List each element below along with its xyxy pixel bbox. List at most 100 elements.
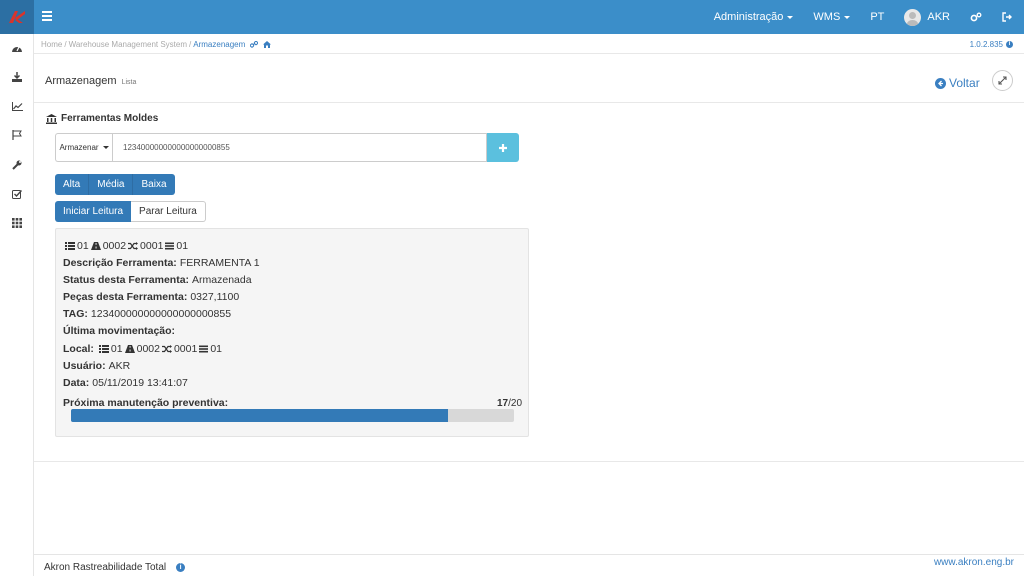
priority-medium-button[interactable]: Média: [89, 174, 134, 195]
tool-status: Status desta Ferramenta: Armazenada: [63, 274, 252, 286]
local-label: Local:: [63, 343, 94, 355]
date-value: 05/11/2019 13:41:07: [92, 377, 188, 389]
nav-language-label: PT: [870, 11, 885, 23]
chart-line-icon: [11, 101, 23, 111]
app-version: 1.0.2.835 i: [970, 40, 1013, 49]
content-divider: [34, 461, 1024, 462]
logout-button[interactable]: [992, 0, 1024, 34]
last-location-b: 0002: [136, 343, 160, 355]
page-title-text: Armazenagem: [45, 75, 117, 87]
info-icon[interactable]: i: [1006, 41, 1013, 48]
user-name: AKR: [927, 11, 950, 23]
sidebar-item-checklist[interactable]: [0, 183, 34, 205]
grid-icon: [12, 218, 22, 228]
maintenance-done: 17: [497, 398, 509, 409]
back-button-label: Voltar: [949, 76, 980, 90]
stop-reading-button[interactable]: Parar Leitura: [131, 201, 206, 222]
sidebar-item-download[interactable]: [0, 66, 34, 88]
location-c: 0001: [140, 240, 164, 252]
scan-input-group: Armazenar: [55, 133, 519, 162]
cogs-icon: [970, 12, 982, 22]
last-movement-label: Última movimentação:: [63, 325, 176, 337]
breadcrumb-wms[interactable]: Warehouse Management System: [69, 40, 187, 49]
info-icon[interactable]: i: [176, 563, 186, 572]
sidebar-item-flags[interactable]: [0, 124, 34, 146]
section-title-text: Ferramentas Moldes: [61, 113, 159, 124]
caret-down-icon: [787, 15, 794, 19]
settings-button[interactable]: [960, 0, 992, 34]
user-label: Usuário:: [63, 360, 106, 372]
hamburger-icon[interactable]: [42, 11, 52, 21]
description-value: FERRAMENTA 1: [179, 257, 260, 269]
download-icon: [12, 72, 22, 82]
maintenance-total: /20: [508, 398, 523, 409]
fullscreen-button[interactable]: [992, 70, 1013, 91]
random-icon: [161, 345, 172, 353]
breadcrumb-home[interactable]: Home: [41, 40, 62, 49]
nav-language[interactable]: PT: [860, 0, 894, 34]
sidebar-item-apps[interactable]: [0, 212, 34, 234]
user-value: AKR: [108, 360, 131, 372]
mode-dropdown-label: Armazenar: [59, 143, 99, 152]
expand-icon: [998, 76, 1007, 85]
app-version-label: 1.0.2.835: [969, 40, 1003, 49]
description-label: Descrição Ferramenta:: [63, 257, 177, 269]
nav-administracao[interactable]: Administração: [704, 0, 804, 34]
mode-dropdown[interactable]: Armazenar: [55, 133, 112, 162]
breadcrumb-separator: /: [64, 40, 67, 49]
tool-description: Descrição Ferramenta: FERRAMENTA 1: [63, 257, 260, 269]
road-icon: [90, 242, 101, 250]
breadcrumb: Home / Warehouse Management System / Arm…: [34, 34, 1024, 54]
last-location-a: 01: [110, 343, 123, 355]
nav-wms-label: WMS: [813, 11, 841, 23]
nav-wms[interactable]: WMS: [803, 0, 860, 34]
dashboard-icon: [12, 46, 22, 52]
nav-administracao-label: Administração: [713, 11, 784, 23]
start-reading-button[interactable]: Iniciar Leitura: [55, 201, 132, 222]
location-a: 01: [77, 240, 89, 252]
priority-low-button[interactable]: Baixa: [133, 174, 175, 195]
tool-tag: TAG: 123400000000000000000855: [63, 308, 231, 320]
tag-value: 123400000000000000000855: [90, 308, 232, 320]
tool-pieces: Peças desta Ferramenta: 0327,1100: [63, 291, 239, 303]
institution-icon: [46, 113, 57, 124]
last-location-c: 0001: [173, 343, 198, 355]
priority-high-button[interactable]: Alta: [55, 174, 90, 195]
page-subtitle: Lista: [121, 79, 137, 86]
caret-down-icon: [102, 146, 109, 149]
header-divider: [34, 102, 1024, 103]
akron-logo[interactable]: [0, 0, 34, 34]
pieces-value: 0327,1100: [190, 291, 240, 303]
plus-icon: [499, 143, 507, 152]
link-icon[interactable]: [250, 41, 259, 48]
tag-input[interactable]: [112, 133, 487, 162]
wrench-icon: [12, 160, 22, 170]
tool-location: 01 0002 0001 01: [63, 240, 188, 252]
last-user: Usuário: AKR: [63, 360, 130, 372]
bars-icon: [165, 242, 175, 250]
arrow-circle-left-icon: [935, 77, 946, 89]
priority-button-group: Alta Média Baixa: [55, 174, 175, 195]
footer: Akron Rastreabilidade Total i www.akron.…: [34, 554, 1024, 576]
home-icon[interactable]: [263, 41, 272, 48]
tag-label: TAG:: [63, 308, 88, 320]
sidebar: [0, 34, 34, 576]
flag-icon: [12, 130, 22, 140]
back-button[interactable]: Voltar: [935, 76, 980, 90]
footer-website-link[interactable]: www.akron.eng.br: [934, 557, 1014, 568]
add-button[interactable]: [487, 133, 519, 162]
sidebar-item-reports[interactable]: [0, 95, 34, 117]
location-d: 01: [176, 240, 189, 252]
akron-logo-icon: [9, 11, 25, 23]
sign-out-icon: [1002, 12, 1012, 22]
check-square-icon: [12, 190, 22, 199]
tool-info-panel: 01 0002 0001 01 Descrição Ferramenta: FE…: [55, 228, 529, 437]
road-icon: [124, 345, 135, 353]
random-icon: [128, 242, 139, 250]
list-icon: [65, 242, 75, 250]
sidebar-item-tools[interactable]: [0, 154, 34, 176]
breadcrumb-current: Armazenagem: [193, 40, 246, 49]
sidebar-item-dashboard[interactable]: [0, 37, 34, 59]
last-movement-heading: Última movimentação:: [63, 325, 178, 337]
user-menu[interactable]: AKR: [894, 0, 960, 34]
